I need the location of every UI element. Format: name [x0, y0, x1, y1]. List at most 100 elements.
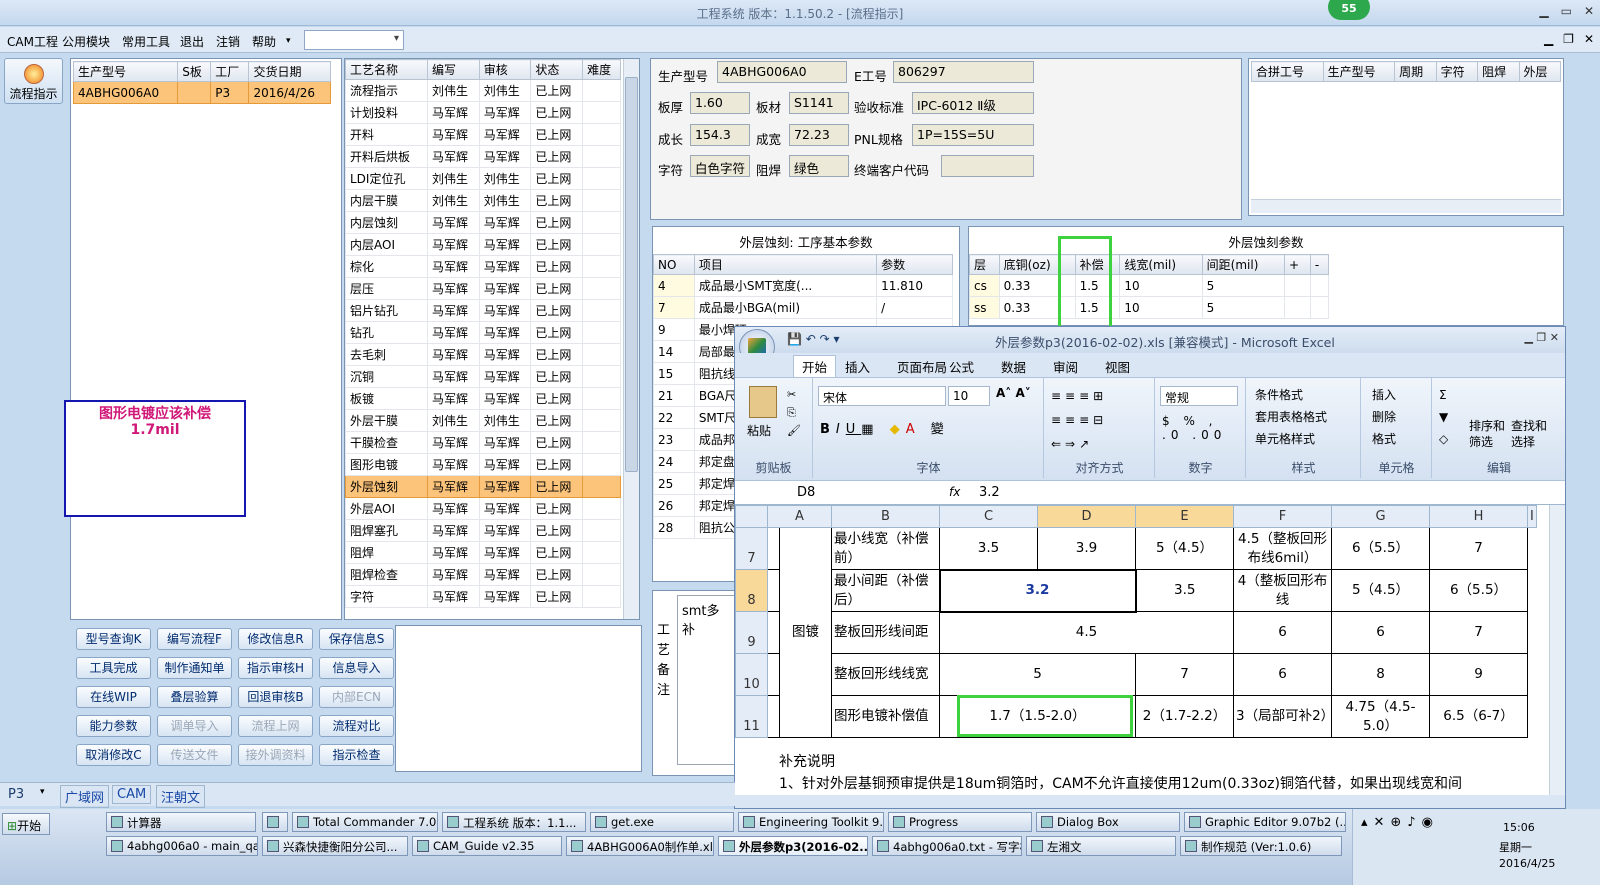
- cell[interactable]: 3.9: [1037, 527, 1136, 570]
- action-button[interactable]: 取消修改C: [76, 744, 151, 766]
- find-button[interactable]: 查找和 选择: [1511, 418, 1547, 450]
- taskbar-item[interactable]: [262, 812, 288, 832]
- column-header[interactable]: G: [1331, 505, 1430, 528]
- taskbar-item[interactable]: 左湘文: [1026, 836, 1176, 856]
- table-row[interactable]: 计划投料 马军辉 马军辉 已上网: [345, 101, 621, 124]
- cust-field[interactable]: [941, 155, 1034, 177]
- cell[interactable]: 7: [1429, 527, 1528, 570]
- action-button[interactable]: 编写流程F: [157, 628, 232, 650]
- etch-col-header[interactable]: 间距(mil): [1201, 254, 1286, 275]
- table-row[interactable]: 内层蚀刻 马军辉 马军辉 已上网: [345, 211, 621, 234]
- cell[interactable]: 4（整板回形布线: [1233, 569, 1332, 612]
- table-row[interactable]: 板镀 马军辉 马军辉 已上网: [345, 387, 621, 410]
- mask-field[interactable]: 绿色: [789, 155, 849, 177]
- row-header[interactable]: 11: [735, 695, 768, 738]
- ribbon-tab[interactable]: 插入: [845, 357, 870, 376]
- column-header[interactable]: E: [1135, 505, 1234, 528]
- cell[interactable]: [767, 527, 780, 570]
- table-row[interactable]: 流程指示 刘伟生 刘伟生 已上网: [345, 79, 621, 102]
- cell[interactable]: 5: [939, 653, 1136, 696]
- action-button[interactable]: 回退审核B: [238, 686, 313, 708]
- row-header[interactable]: 10: [735, 653, 768, 696]
- row-header[interactable]: 9: [735, 611, 768, 654]
- table-row[interactable]: 外层干膜 刘伟生 刘伟生 已上网: [345, 409, 621, 432]
- font-size-select[interactable]: 10: [948, 386, 990, 406]
- align-icons[interactable]: ≡≡≡⊞ ≡≡≡⊟ ⇐⇒↗: [1051, 384, 1107, 456]
- action-button[interactable]: 流程上网: [238, 715, 313, 737]
- table-row[interactable]: cs 0.33 1.5 10 5: [969, 274, 1330, 297]
- orders-col-header[interactable]: 工厂: [210, 61, 250, 82]
- taskbar-item[interactable]: 外层参数p3(2016-02...: [718, 836, 868, 856]
- table-row[interactable]: 4ABHG006A0 P3 2016/4/26: [72, 81, 331, 104]
- process-col-header[interactable]: 状态: [530, 59, 584, 80]
- cell[interactable]: 3（局部可补2）: [1233, 695, 1334, 738]
- action-button[interactable]: 信息导入: [319, 657, 394, 679]
- toolbar-combo[interactable]: [304, 30, 404, 50]
- table-row[interactable]: 外层蚀刻 马军辉 马军辉 已上网: [345, 475, 621, 498]
- notes-field[interactable]: smt多补: [677, 595, 737, 765]
- action-button[interactable]: 内部ECN: [319, 686, 394, 708]
- pnl-field[interactable]: 1P=15S=5U: [912, 124, 1034, 146]
- action-button[interactable]: 传送文件: [157, 744, 232, 766]
- cell[interactable]: [767, 653, 780, 696]
- font-name-select[interactable]: 宋体: [818, 386, 946, 406]
- table-row[interactable]: 铝片钻孔 马军辉 马军辉 已上网: [345, 299, 621, 322]
- basic-col-header[interactable]: 参数: [876, 254, 953, 275]
- table-row[interactable]: 阻焊 马军辉 马军辉 已上网: [345, 541, 621, 564]
- cell-merged-b[interactable]: 图镀: [779, 527, 832, 738]
- table-row[interactable]: 外层AOI 马军辉 马军辉 已上网: [345, 497, 621, 520]
- action-button[interactable]: 工具完成: [76, 657, 151, 679]
- font-grow-icon[interactable]: A˄ A˅: [996, 386, 1031, 400]
- mdi-minimize-icon[interactable]: ▁: [1544, 32, 1553, 46]
- etch-col-header[interactable]: 线宽(mil): [1119, 254, 1203, 275]
- process-col-header[interactable]: 工艺名称: [345, 59, 428, 80]
- menu-help[interactable]: 帮助: [252, 33, 276, 50]
- cell[interactable]: 最小线宽（补偿前）: [831, 527, 940, 570]
- e-field[interactable]: 806297: [893, 61, 1034, 83]
- merge-hscroll[interactable]: [1251, 199, 1561, 213]
- clock-time[interactable]: 15:06: [1503, 821, 1535, 834]
- table-row[interactable]: 内层AOI 马军辉 马军辉 已上网: [345, 233, 621, 256]
- action-button[interactable]: 指示审核H: [238, 657, 313, 679]
- merge-col-header[interactable]: 生产型号: [1322, 61, 1396, 82]
- number-icons[interactable]: $ % , .0 .00: [1162, 414, 1226, 442]
- action-button[interactable]: 指示检查: [319, 744, 394, 766]
- orders-col-header[interactable]: 生产型号: [72, 61, 179, 82]
- cell[interactable]: 整板回形线线宽: [831, 653, 940, 696]
- cell[interactable]: 4.5（整板回形布线6mil）: [1233, 527, 1332, 570]
- basic-col-header[interactable]: NO: [653, 254, 695, 275]
- sum-icons[interactable]: Σ ▼ ◇: [1439, 384, 1448, 450]
- table-row[interactable]: 去毛刺 马军辉 马军辉 已上网: [345, 343, 621, 366]
- paste-button[interactable]: 粘贴: [747, 422, 771, 439]
- len-field[interactable]: 154.3: [690, 124, 750, 146]
- menu-common[interactable]: 公用模块: [62, 33, 110, 50]
- taskbar-item[interactable]: CAM_Guide v2.35: [412, 836, 562, 856]
- minimize-icon[interactable]: ▁: [1539, 4, 1548, 18]
- merge-col-header[interactable]: 阻焊: [1477, 61, 1520, 82]
- ribbon-tab[interactable]: 视图: [1105, 357, 1130, 376]
- table-row[interactable]: 7 成品最小BGA(mil) /: [653, 296, 953, 319]
- column-header[interactable]: F: [1233, 505, 1332, 528]
- action-button[interactable]: 保存信息S: [319, 628, 394, 650]
- tray-icons[interactable]: ▴✕⊕♪◉: [1361, 815, 1439, 830]
- clipboard-icons[interactable]: ✂ ⎘ 🖌: [787, 386, 801, 440]
- cell[interactable]: 3.5: [1135, 569, 1234, 612]
- maximize-icon[interactable]: ▭: [1561, 4, 1572, 18]
- cell[interactable]: 最小间距（补偿后）: [831, 569, 940, 612]
- factory-select[interactable]: P3: [8, 787, 24, 802]
- table-row[interactable]: LDI定位孔 刘伟生 刘伟生 已上网: [345, 167, 621, 190]
- taskbar-item[interactable]: Engineering Toolkit 9.0...: [738, 812, 884, 832]
- sheet-scrollbar[interactable]: [1549, 505, 1565, 795]
- etch-col-header[interactable]: -: [1309, 254, 1330, 275]
- cell[interactable]: 图形电镀补偿值: [831, 695, 940, 738]
- status-tab-wan[interactable]: 广域网: [60, 785, 110, 808]
- cell[interactable]: 5（4.5）: [1331, 569, 1430, 612]
- column-header[interactable]: I: [1527, 505, 1537, 528]
- table-row[interactable]: 开料后烘板 马军辉 马军辉 已上网: [345, 145, 621, 168]
- cell[interactable]: 6.5（6-7）: [1429, 695, 1528, 738]
- factory-dropdown-icon[interactable]: ▾: [40, 787, 45, 797]
- std-field[interactable]: IPC-6012 Ⅱ级: [912, 92, 1034, 114]
- cell[interactable]: 6: [1331, 611, 1430, 654]
- merge-col-header[interactable]: 周期: [1394, 61, 1437, 82]
- table-row[interactable]: 沉铜 马军辉 马军辉 已上网: [345, 365, 621, 388]
